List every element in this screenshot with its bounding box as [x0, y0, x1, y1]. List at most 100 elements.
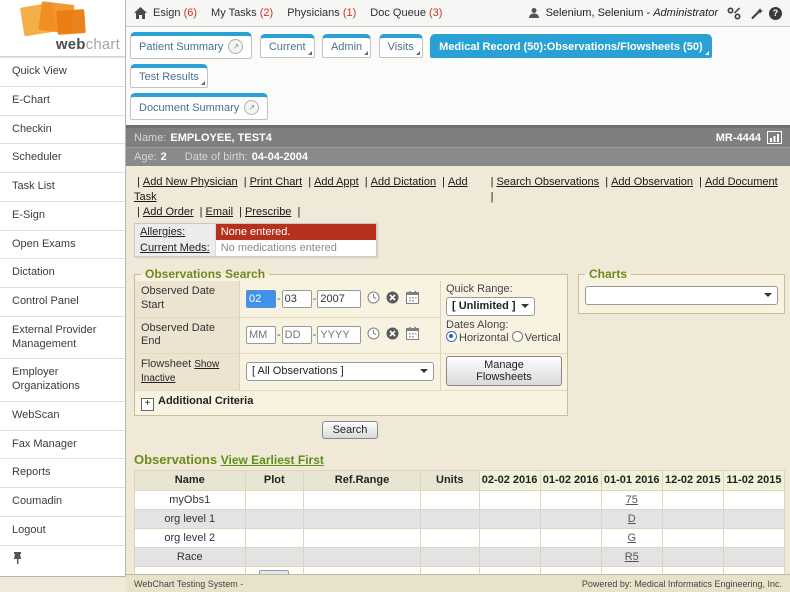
start-year-input[interactable] — [317, 290, 361, 308]
clock-icon[interactable] — [367, 291, 380, 304]
sidebar-item-dictation[interactable]: Dictation — [0, 258, 125, 287]
tab-bar: Patient Summary ↗ Current Admin Visits Me… — [126, 27, 790, 128]
col-header-date[interactable]: 11-02 2015 — [723, 470, 784, 490]
table-row: org level 1 D — [135, 509, 785, 528]
tab-label: Patient Summary — [139, 41, 223, 53]
calendar-icon[interactable] — [406, 327, 419, 340]
tab-label: Document Summary — [139, 102, 239, 114]
action-add-new-physician[interactable]: Add New Physician — [143, 176, 238, 188]
ref-range-cell — [304, 547, 421, 566]
end-day-input[interactable] — [282, 326, 312, 344]
start-month-input[interactable] — [246, 290, 276, 308]
obs-value-link[interactable]: D — [628, 513, 636, 525]
col-header-name[interactable]: Name — [135, 470, 246, 490]
start-day-input[interactable] — [282, 290, 312, 308]
tab-current[interactable]: Current — [260, 34, 315, 58]
action-prescribe[interactable]: Prescribe — [245, 206, 291, 218]
col-header-date[interactable]: 01-01 2016 — [601, 470, 662, 490]
sidebar-item-fax-manager[interactable]: Fax Manager — [0, 430, 125, 459]
tab-document-summary[interactable]: Document Summary ↗ — [130, 93, 268, 120]
sidebar-item-quick-view[interactable]: Quick View — [0, 57, 125, 86]
allergies-link[interactable]: Allergies: — [140, 226, 185, 238]
search-button[interactable]: Search — [322, 421, 379, 439]
sidebar-item-reports[interactable]: Reports — [0, 458, 125, 487]
footer-system-name: WebChart Testing System - — [134, 579, 243, 589]
current-user[interactable]: Selenium, Selenium - Administrator — [546, 7, 718, 19]
sidebar-item-e-sign[interactable]: E-Sign — [0, 201, 125, 230]
obs-value-link[interactable]: R5 — [625, 551, 639, 563]
clear-date-icon[interactable] — [386, 327, 399, 340]
nav-physicians[interactable]: Physicians (1) — [287, 7, 356, 19]
observed-date-start-inputs — [240, 281, 441, 317]
sidebar-item-open-exams[interactable]: Open Exams — [0, 230, 125, 259]
current-meds-label-cell: Current Meds: — [135, 240, 216, 257]
action-add-appt[interactable]: Add Appt — [314, 176, 359, 188]
link-icon[interactable] — [727, 7, 741, 20]
home-icon[interactable] — [134, 7, 147, 19]
nav-doc-queue[interactable]: Doc Queue (3) — [370, 7, 442, 19]
flowsheet-select[interactable]: [ All Observations ] — [246, 362, 434, 381]
tab-admin[interactable]: Admin — [322, 34, 371, 58]
top-navbar: Esign (6) My Tasks (2) Physicians (1) Do… — [126, 0, 790, 27]
sidebar-item-webscan[interactable]: WebScan — [0, 401, 125, 430]
tab-visits[interactable]: Visits — [379, 34, 423, 58]
obs-name: myObs1 — [135, 490, 246, 509]
col-header-plot[interactable]: Plot — [245, 470, 304, 490]
sidebar-item-task-list[interactable]: Task List — [0, 172, 125, 201]
sidebar-item-employer-organizations[interactable]: Employer Organizations — [0, 358, 125, 401]
tab-test-results[interactable]: Test Results — [130, 64, 208, 88]
obs-value-link[interactable]: G — [627, 532, 636, 544]
vertical-radio[interactable] — [512, 331, 523, 342]
help-icon[interactable]: ? — [769, 7, 782, 20]
col-header-date[interactable]: 12-02 2015 — [662, 470, 723, 490]
action-search-observations[interactable]: Search Observations — [496, 176, 599, 188]
obs-value-link[interactable]: 75 — [626, 494, 638, 506]
sidebar-item-control-panel[interactable]: Control Panel — [0, 287, 125, 316]
bar-chart-icon[interactable] — [767, 131, 782, 144]
tab-label: Visits — [388, 41, 414, 53]
end-month-input[interactable] — [246, 326, 276, 344]
action-add-order[interactable]: Add Order — [143, 206, 194, 218]
quick-range-select[interactable]: [ Unlimited ] — [446, 297, 535, 316]
action-email[interactable]: Email — [206, 206, 234, 218]
sidebar-item-external-provider-management[interactable]: External Provider Management — [0, 316, 125, 359]
expand-icon[interactable]: + — [141, 398, 154, 411]
action-add-document[interactable]: Add Document — [705, 176, 778, 188]
nav-my-tasks[interactable]: My Tasks (2) — [211, 7, 273, 19]
additional-criteria-label[interactable]: Additional Criteria — [158, 395, 253, 407]
patient-age-label: Age: — [134, 151, 157, 163]
clock-icon[interactable] — [367, 327, 380, 340]
tab-patient-summary[interactable]: Patient Summary ↗ — [130, 32, 252, 59]
end-year-input[interactable] — [317, 326, 361, 344]
pushpin-icon — [12, 552, 23, 564]
webchart-logo[interactable]: webchart — [0, 0, 125, 57]
horizontal-radio[interactable] — [446, 331, 457, 342]
col-header-units[interactable]: Units — [421, 470, 480, 490]
col-header-date[interactable]: 02-02 2016 — [479, 470, 540, 490]
vertical-radio-label: Vertical — [525, 332, 561, 344]
nav-label: Esign — [153, 7, 181, 19]
tab-medical-record[interactable]: Medical Record (50):Observations/Flowshe… — [430, 34, 711, 58]
calendar-icon[interactable] — [406, 291, 419, 304]
sidebar-pin-toggle[interactable] — [0, 545, 125, 577]
wand-icon[interactable] — [750, 7, 763, 20]
charts-select[interactable] — [585, 286, 778, 305]
popout-icon[interactable]: ↗ — [228, 39, 243, 54]
sidebar-item-e-chart[interactable]: E-Chart — [0, 86, 125, 115]
view-earliest-first-link[interactable]: View Earliest First — [221, 453, 324, 467]
sidebar-item-coumadin[interactable]: Coumadin — [0, 487, 125, 516]
sidebar-item-checkin[interactable]: Checkin — [0, 115, 125, 144]
col-header-ref-range[interactable]: Ref.Range — [304, 470, 421, 490]
action-add-observation[interactable]: Add Observation — [611, 176, 693, 188]
nav-esign[interactable]: Esign (6) — [153, 7, 197, 19]
manage-flowsheets-button[interactable]: Manage Flowsheets — [446, 356, 562, 386]
clear-date-icon[interactable] — [386, 291, 399, 304]
action-print-chart[interactable]: Print Chart — [250, 176, 303, 188]
obs-name: org level 2 — [135, 528, 246, 547]
col-header-date[interactable]: 01-02 2016 — [540, 470, 601, 490]
action-add-dictation[interactable]: Add Dictation — [371, 176, 436, 188]
sidebar-item-logout[interactable]: Logout — [0, 516, 125, 545]
popout-icon[interactable]: ↗ — [244, 100, 259, 115]
current-meds-link[interactable]: Current Meds: — [140, 242, 210, 254]
sidebar-item-scheduler[interactable]: Scheduler — [0, 143, 125, 172]
